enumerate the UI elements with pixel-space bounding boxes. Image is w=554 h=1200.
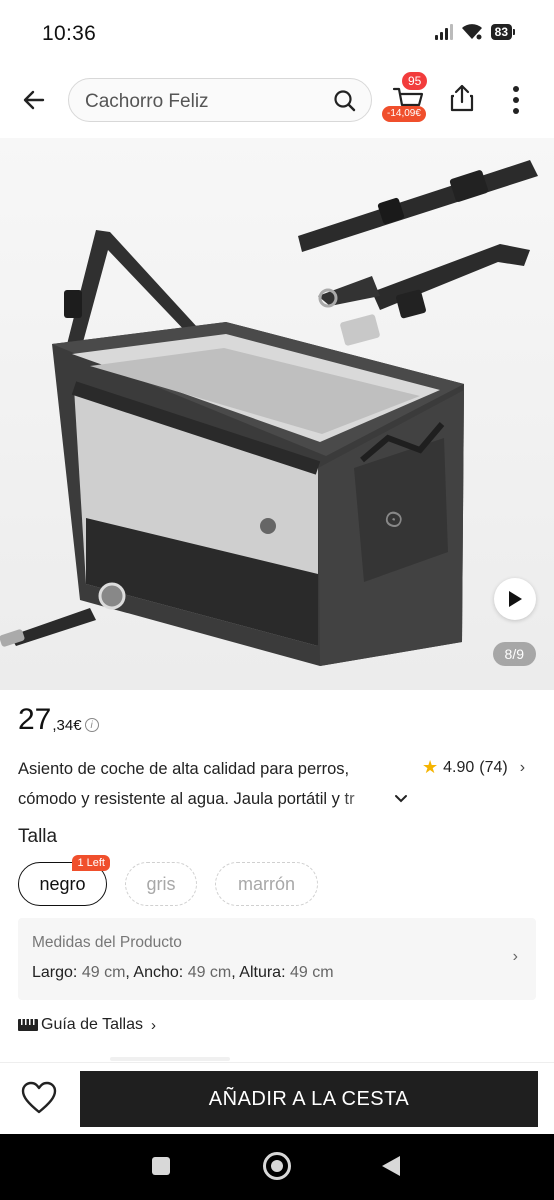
measurements-title: Medidas del Producto <box>32 934 182 951</box>
product-title-line-2: cómodo y resistente al agua. Jaula portá… <box>18 790 355 808</box>
back-button[interactable] <box>14 80 54 120</box>
size-option-negro[interactable]: negro 1 Left <box>18 855 110 906</box>
system-back-button[interactable] <box>382 1156 400 1176</box>
ruler-icon <box>18 1019 38 1031</box>
measurements-values: Largo: 49 cm, Ancho: 49 cm, Altura: 49 c… <box>32 964 334 981</box>
size-options: negro 1 Left gris marrón <box>18 855 318 906</box>
heart-icon <box>21 1081 57 1114</box>
top-header: Cachorro Feliz 95 -14,09€ <box>0 64 554 138</box>
arrow-left-icon <box>23 90 45 110</box>
chevron-right-icon: › <box>151 1016 156 1034</box>
altura-value: 49 cm <box>289 964 334 981</box>
product-price: 27 ,34€ i <box>18 704 99 736</box>
chevron-right-icon: › <box>512 948 518 965</box>
more-options-button[interactable] <box>500 82 532 118</box>
cart-button[interactable]: 95 -14,09€ <box>382 72 436 128</box>
product-image-gallery[interactable]: ʘ 8/9 <box>0 138 554 690</box>
product-title[interactable]: Asiento de coche de alta calidad para pe… <box>18 754 407 814</box>
product-title-line-1: Asiento de coche de alta calidad para pe… <box>18 760 350 778</box>
wifi-icon <box>461 24 482 40</box>
stock-badge: 1 Left <box>72 855 110 871</box>
search-input[interactable]: Cachorro Feliz <box>68 78 372 122</box>
size-option-gris[interactable]: gris <box>125 862 197 906</box>
status-bar: 10:36 83 <box>0 0 554 64</box>
play-icon <box>509 591 522 607</box>
rating-value: 4.90 <box>443 758 475 776</box>
review-count: (74) <box>479 758 508 776</box>
altura-label: Altura: <box>239 964 286 981</box>
size-option-label: marrón <box>237 873 295 894</box>
price-decimal: ,34€ <box>52 717 82 734</box>
size-label: Talla <box>18 826 58 847</box>
wishlist-button[interactable] <box>18 1077 60 1119</box>
chevron-right-icon: › <box>519 758 526 776</box>
size-guide-label: Guía de Tallas <box>41 1016 143 1033</box>
add-to-cart-button[interactable]: AÑADIR A LA CESTA <box>80 1071 538 1127</box>
section-peek <box>110 1057 230 1061</box>
cart-discount-badge: -14,09€ <box>382 106 426 122</box>
star-icon: ★ <box>422 757 439 777</box>
largo-label: Largo: <box>32 964 78 981</box>
battery-icon: 83 <box>490 24 516 40</box>
more-vertical-icon <box>513 86 519 114</box>
share-icon <box>450 84 474 112</box>
status-time: 10:36 <box>42 22 97 45</box>
product-rating[interactable]: ★ 4.90 (74) › <box>422 757 525 778</box>
product-photo: ʘ <box>0 160 538 666</box>
home-button[interactable] <box>263 1152 291 1180</box>
size-guide-link[interactable]: Guía de Tallas › <box>18 1016 156 1034</box>
search-query-text: Cachorro Feliz <box>85 91 209 112</box>
search-icon[interactable] <box>333 89 357 113</box>
signal-icon <box>434 24 453 40</box>
recent-apps-button[interactable] <box>152 1157 170 1175</box>
product-measurements[interactable]: Medidas del Producto Largo: 49 cm, Ancho… <box>18 918 536 1000</box>
size-option-label: negro <box>39 873 86 894</box>
price-integer: 27 <box>18 703 52 736</box>
system-nav-bar <box>0 1134 554 1200</box>
play-video-button[interactable] <box>494 578 536 620</box>
size-option-marron[interactable]: marrón <box>215 862 318 906</box>
ancho-label: Ancho: <box>133 964 184 981</box>
chevron-down-icon[interactable] <box>394 792 408 806</box>
bottom-action-bar: AÑADIR A LA CESTA <box>0 1062 554 1134</box>
ancho-value: 49 cm <box>187 964 232 981</box>
size-option-label: gris <box>146 873 176 894</box>
info-icon[interactable]: i <box>84 718 99 732</box>
share-button[interactable] <box>446 82 482 118</box>
image-counter: 8/9 <box>492 642 536 666</box>
largo-value: 49 cm <box>81 964 126 981</box>
status-icons: 83 <box>434 24 516 40</box>
cart-count-badge: 95 <box>402 72 428 90</box>
